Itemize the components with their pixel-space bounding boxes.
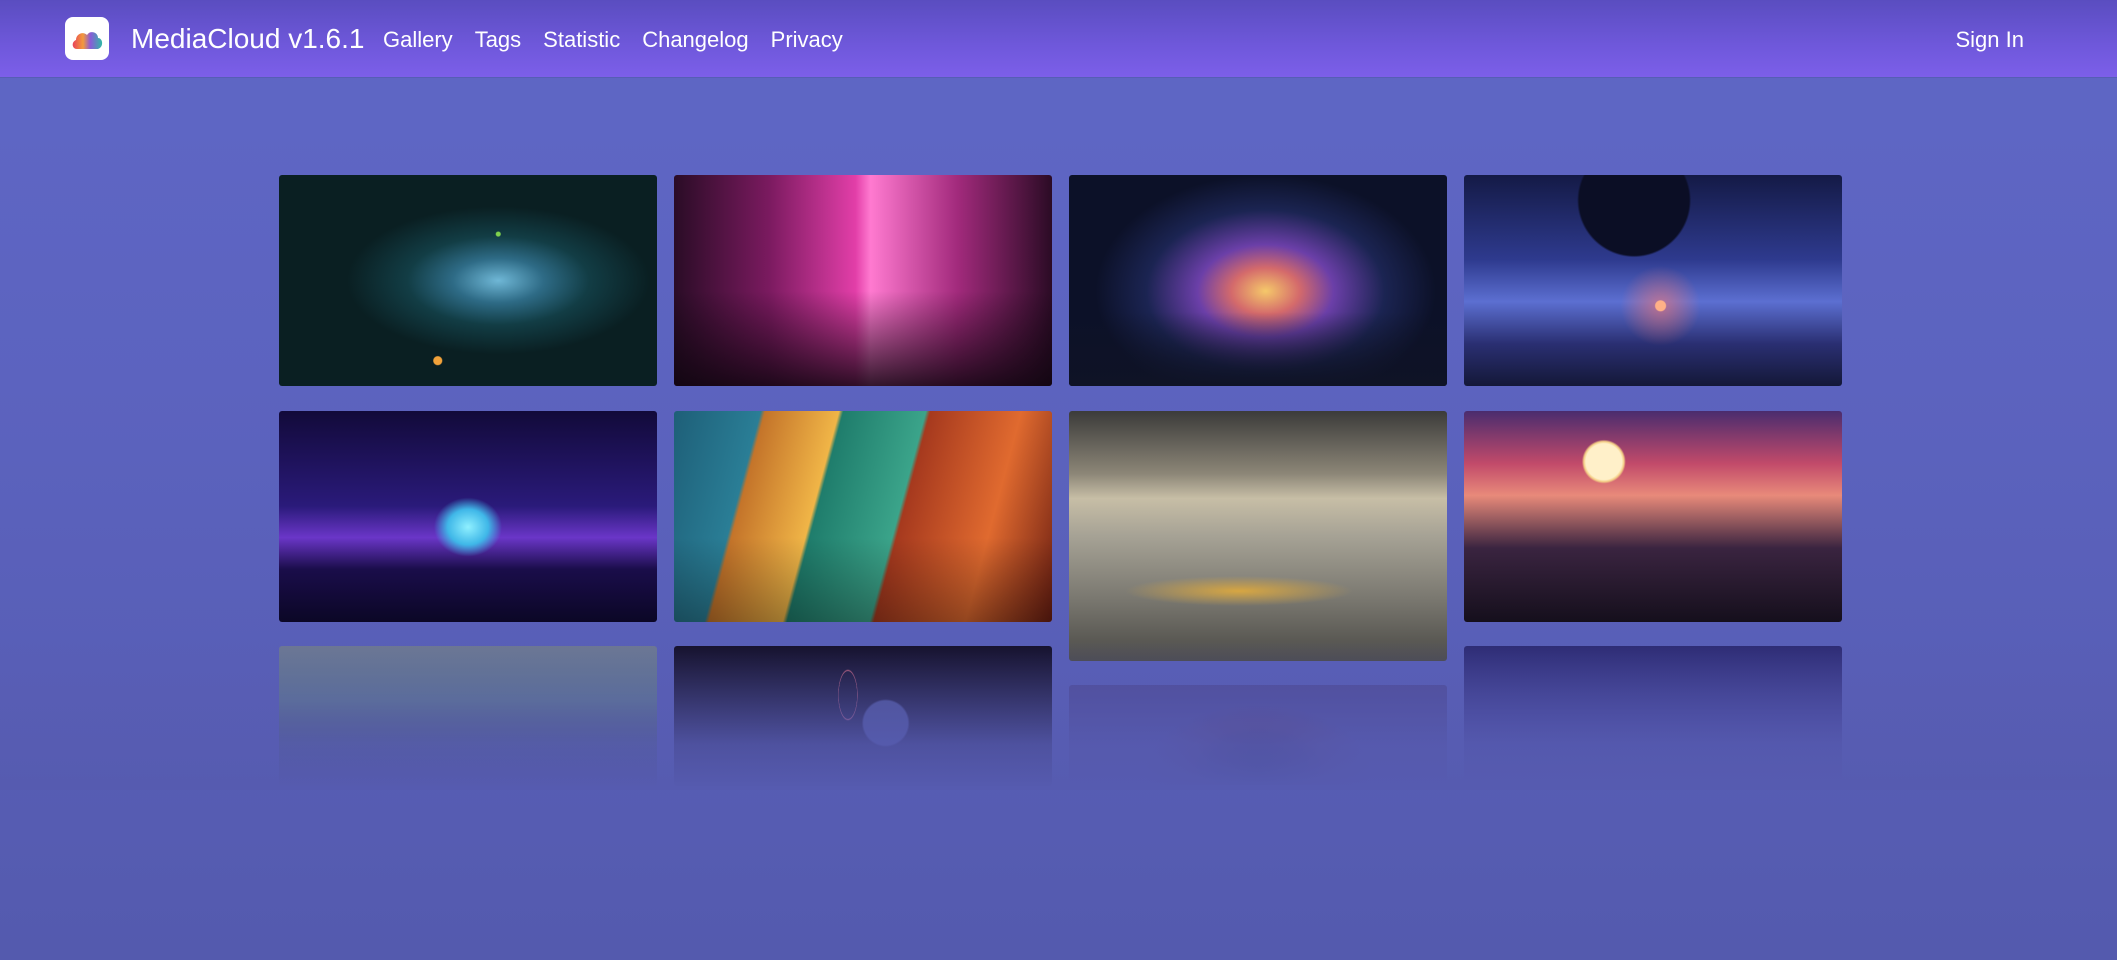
brand-title[interactable]: MediaCloud v1.6.1	[131, 22, 364, 56]
gallery-image-neon-city[interactable]	[674, 175, 1052, 386]
gallery-image-scifi-panels[interactable]	[674, 411, 1052, 622]
top-navbar: MediaCloud v1.6.1 Gallery Tags Statistic…	[0, 0, 2117, 77]
gallery-image-planet-shore[interactable]	[1464, 175, 1842, 386]
main-nav: Gallery Tags Statistic Changelog Privacy	[383, 26, 865, 54]
nav-changelog[interactable]: Changelog	[642, 26, 748, 54]
nav-gallery[interactable]: Gallery	[383, 26, 453, 54]
nav-tags[interactable]: Tags	[475, 26, 521, 54]
gallery-image-cosmic-portal[interactable]	[1069, 685, 1447, 785]
nav-statistic[interactable]: Statistic	[543, 26, 620, 54]
gallery-image-rooftop-moon[interactable]	[1464, 411, 1842, 622]
gallery-image-ringed-planet[interactable]	[674, 646, 1052, 786]
cloud-logo-icon[interactable]	[65, 17, 109, 60]
sign-in-link[interactable]: Sign In	[1956, 26, 2025, 54]
gallery-image-synthwave[interactable]	[279, 411, 657, 622]
gallery-image-misty-mountain[interactable]	[1069, 411, 1447, 661]
nav-privacy[interactable]: Privacy	[771, 26, 843, 54]
gallery-image-galaxy[interactable]	[279, 175, 657, 386]
gallery-image-cosmic-sky[interactable]	[1069, 175, 1447, 386]
gallery-image-night-city[interactable]	[1464, 646, 1842, 786]
gallery-image-torii-storm[interactable]	[279, 646, 657, 786]
